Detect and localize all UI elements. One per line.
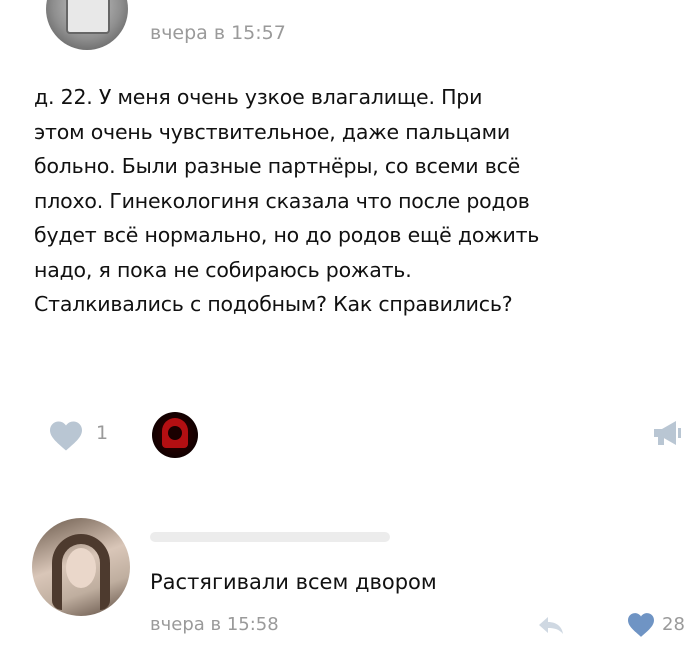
heart-icon[interactable]	[48, 420, 84, 452]
comment-author-avatar[interactable]	[32, 518, 130, 616]
post-text-line: Сталкивались с подобным? Как справились?	[34, 292, 513, 316]
post-text-line: надо, я пока не собираюсь рожать.	[34, 257, 412, 282]
post-text-line: больно. Были разные партнёры, со всеми в…	[34, 154, 521, 178]
post-text-line: этом очень чувствительное, даже пальцами	[34, 119, 511, 144]
blurred-comment-header	[150, 532, 390, 542]
heart-icon[interactable]	[626, 612, 656, 638]
post-text-line: будет всё нормально, но до родов ещё дож…	[34, 223, 540, 247]
post-timestamp[interactable]: вчера в 15:57	[150, 22, 286, 44]
post-text-line: д. 22. У меня очень узкое влагалище. При	[34, 85, 483, 109]
liker-avatar[interactable]	[152, 412, 198, 458]
avatar-face-shape	[66, 548, 96, 588]
post-author-avatar[interactable]	[46, 0, 128, 50]
post-text-line: плохо. Гинекологиня сказала что после ро…	[34, 188, 530, 213]
avatar-face-shape	[168, 426, 182, 440]
comment-like-count: 28	[662, 614, 685, 635]
comment-timestamp[interactable]: вчера в 15:58	[150, 614, 279, 635]
post-body: д. 22. У меня очень узкое влагалище. При…	[34, 80, 684, 322]
reply-arrow-icon[interactable]	[536, 614, 566, 636]
post-like-count: 1	[96, 422, 109, 444]
megaphone-icon[interactable]	[650, 418, 684, 448]
avatar-image	[66, 0, 110, 34]
comment-text: Растягивали всем двором	[150, 570, 437, 594]
